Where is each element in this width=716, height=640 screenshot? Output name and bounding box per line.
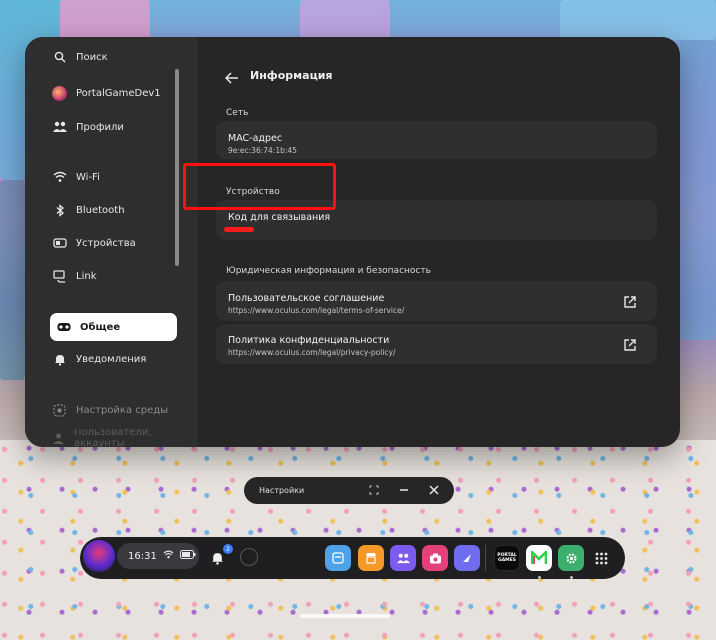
sidebar-item-users[interactable]: Пользователи, аккаунты: [50, 429, 177, 447]
sidebar-item-account[interactable]: PortalGameDev1: [50, 79, 177, 107]
card-title: Политика конфиденциальности: [228, 335, 390, 346]
settings-window: Поиск PortalGameDev1 Профили Wi-Fi Bluet…: [25, 37, 680, 447]
card-title: MAC-адрес: [228, 133, 283, 144]
sidebar-item-bluetooth[interactable]: Bluetooth: [50, 196, 177, 224]
dock-divider: [485, 545, 486, 571]
close-icon[interactable]: [427, 483, 441, 497]
sidebar-item-devices[interactable]: Устройства: [50, 229, 177, 257]
notification-badge: 2: [223, 544, 233, 554]
avatar[interactable]: [83, 540, 115, 572]
bluetooth-icon: [52, 203, 67, 218]
external-link-icon[interactable]: [623, 294, 637, 308]
search-icon: [52, 50, 67, 65]
link-icon: [52, 269, 67, 284]
wifi-icon: [52, 170, 67, 185]
page-title: Информация: [250, 69, 333, 82]
card-url: https://www.oculus.com/legal/terms-of-se…: [228, 306, 405, 315]
terms-of-service-card[interactable]: Пользовательское соглашение https://www.…: [216, 281, 657, 321]
m-app-icon[interactable]: [526, 545, 552, 571]
sidebar-item-label: Link: [76, 270, 97, 282]
sidebar-item-label: PortalGameDev1: [76, 87, 161, 99]
users-icon: [52, 431, 65, 446]
background-tower: [680, 40, 716, 340]
mac-address-card: MAC-адрес 9e:ec:36:74:1b:45: [216, 121, 657, 159]
headset-icon: [56, 320, 71, 335]
devices-icon: [52, 236, 67, 251]
sidebar-item-label: Профили: [76, 121, 124, 133]
store-icon[interactable]: [358, 545, 384, 571]
wifi-icon: [163, 550, 174, 562]
resize-icon[interactable]: [367, 483, 381, 497]
window-control-bar[interactable]: Настройки: [244, 477, 454, 504]
sidebar-item-profiles[interactable]: Профили: [50, 113, 177, 141]
sidebar-item-label: Уведомления: [76, 353, 147, 365]
running-indicator: [538, 576, 541, 579]
section-label-legal: Юридическая информация и безопасность: [226, 266, 431, 276]
app-library-grid-icon[interactable]: [595, 550, 608, 569]
card-title: Пользовательское соглашение: [228, 293, 385, 304]
people-app-icon[interactable]: [390, 545, 416, 571]
home-indicator: [300, 614, 390, 618]
privacy-policy-card[interactable]: Политика конфиденциальности https://www.…: [216, 324, 657, 364]
red-highlight-box: [183, 163, 336, 210]
card-title: Код для связывания: [228, 212, 331, 223]
people-circle-icon[interactable]: [240, 548, 258, 566]
window-title: Настройки: [259, 486, 305, 495]
universal-menu-dock: 16:31 2 PORTAL GAMES: [80, 537, 625, 579]
battery-icon: [179, 550, 196, 562]
section-label-network: Сеть: [226, 108, 249, 118]
sidebar-item-label: Bluetooth: [76, 204, 125, 216]
sidebar-item-general[interactable]: Общее: [50, 313, 177, 341]
back-arrow-icon[interactable]: [224, 69, 241, 84]
card-value: 9e:ec:36:74:1b:45: [228, 146, 297, 155]
sidebar-item-label: Пользователи, аккаунты: [74, 429, 152, 447]
app-store-icon[interactable]: [325, 545, 351, 571]
environment-icon: [52, 403, 67, 418]
sidebar-item-wifi[interactable]: Wi-Fi: [50, 163, 177, 191]
sidebar-item-label: Wi-Fi: [76, 171, 100, 183]
portal-games-app-icon[interactable]: PORTAL GAMES: [494, 545, 520, 571]
bell-icon: [52, 352, 67, 367]
external-link-icon[interactable]: [623, 337, 637, 351]
background-tower: [60, 0, 150, 40]
sidebar-item-label: Поиск: [76, 51, 108, 63]
redaction-mark: [224, 227, 254, 232]
minimize-icon[interactable]: [397, 483, 411, 497]
sidebar-item-notifications[interactable]: Уведомления: [50, 345, 177, 373]
quick-settings-pill[interactable]: 16:31: [117, 543, 199, 569]
sidebar: Поиск PortalGameDev1 Профили Wi-Fi Bluet…: [25, 37, 198, 447]
sidebar-item-link[interactable]: Link: [50, 262, 177, 290]
camera-icon[interactable]: [422, 545, 448, 571]
sidebar-item-label: Устройства: [76, 237, 136, 249]
avatar-icon: [52, 85, 67, 101]
clock: 16:31: [128, 550, 157, 562]
people-icon: [52, 120, 67, 135]
sidebar-item-label: Настройка среды: [76, 404, 169, 416]
running-indicator: [570, 576, 573, 579]
sidebar-item-search[interactable]: Поиск: [50, 47, 177, 67]
settings-app-icon[interactable]: [558, 545, 584, 571]
sidebar-item-environment[interactable]: Настройка среды: [50, 396, 177, 424]
notifications-bell-icon[interactable]: [211, 550, 224, 569]
explore-icon[interactable]: [454, 545, 480, 571]
content-panel: Информация Сеть MAC-адрес 9e:ec:36:74:1b…: [198, 37, 680, 447]
card-url: https://www.oculus.com/legal/privacy-pol…: [228, 348, 396, 357]
background-tower: [0, 180, 25, 380]
background-tower: [300, 0, 390, 40]
background-tower: [560, 0, 716, 40]
sidebar-item-label: Общее: [80, 321, 121, 333]
